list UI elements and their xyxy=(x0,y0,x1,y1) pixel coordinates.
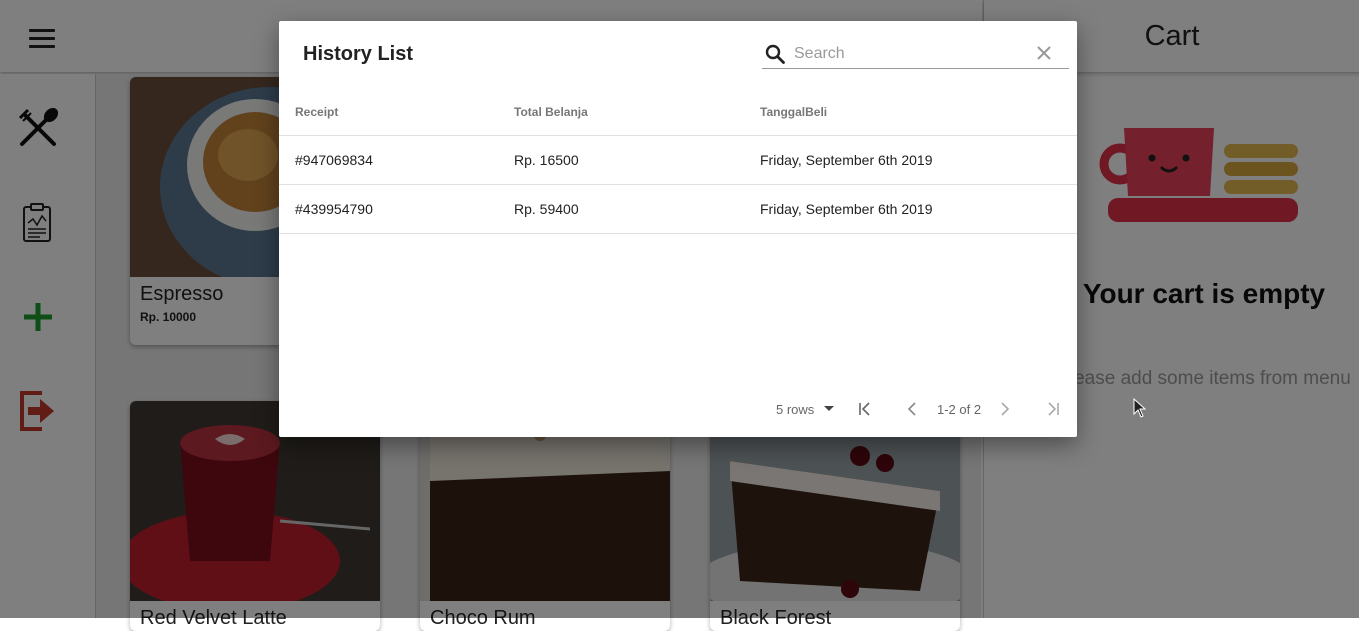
chevron-down-icon[interactable] xyxy=(824,406,834,411)
mouse-cursor-icon xyxy=(1133,398,1147,418)
first-page-icon[interactable] xyxy=(857,401,873,417)
close-icon[interactable] xyxy=(1035,44,1053,62)
history-table: Receipt Total Belanja TanggalBeli #94706… xyxy=(279,89,1077,234)
history-dialog: History List Receipt Total Belanja Tangg… xyxy=(279,21,1077,437)
table-header-row: Receipt Total Belanja TanggalBeli xyxy=(279,89,1077,136)
history-title: History List xyxy=(303,43,414,65)
previous-page-icon[interactable] xyxy=(904,401,920,417)
total-cell: Rp. 59400 xyxy=(498,184,744,234)
receipt-cell: #439954790 xyxy=(279,184,498,234)
column-header-total[interactable]: Total Belanja xyxy=(498,89,744,136)
next-page-icon[interactable] xyxy=(997,401,1013,417)
search-icon xyxy=(765,44,785,64)
table-row[interactable]: #439954790 Rp. 59400 Friday, September 6… xyxy=(279,184,1077,234)
pagination: 5 rows 1-2 of 2 xyxy=(279,399,1077,419)
date-cell: Friday, September 6th 2019 xyxy=(744,135,1077,185)
total-cell: Rp. 16500 xyxy=(498,135,744,185)
search-field xyxy=(762,37,1069,69)
receipt-cell: #947069834 xyxy=(279,135,498,185)
last-page-icon[interactable] xyxy=(1045,401,1061,417)
rows-per-page-select[interactable]: 5 rows xyxy=(776,402,814,417)
page-range: 1-2 of 2 xyxy=(937,402,982,417)
search-input[interactable] xyxy=(794,43,1024,65)
column-header-receipt[interactable]: Receipt xyxy=(279,89,498,136)
date-cell: Friday, September 6th 2019 xyxy=(744,184,1077,234)
table-row[interactable]: #947069834 Rp. 16500 Friday, September 6… xyxy=(279,135,1077,185)
column-header-date[interactable]: TanggalBeli xyxy=(744,89,1077,136)
